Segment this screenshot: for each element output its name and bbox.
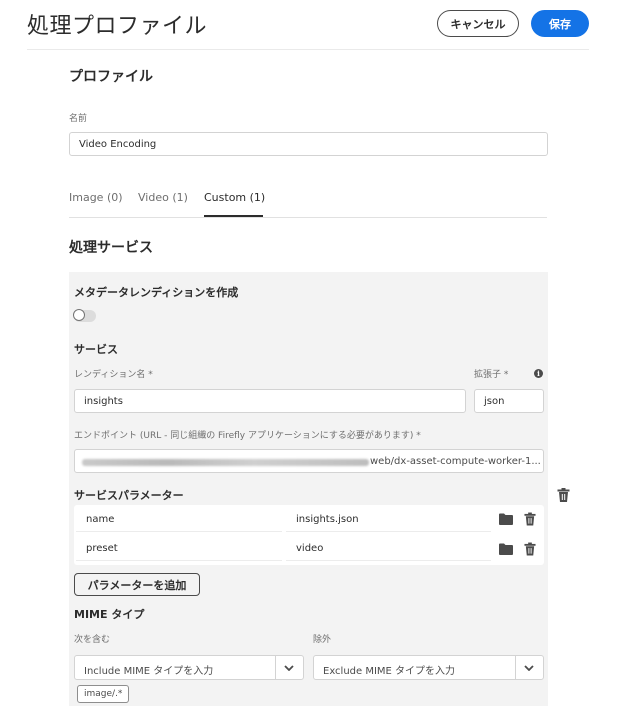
name-label: 名前 [69,114,88,124]
combo-divider [275,656,276,679]
endpoint-label: エンドポイント (URL - 同じ組織の Firefly アプリケーションにする… [74,431,421,441]
redacted-endpoint [82,459,369,466]
active-tab-indicator [204,215,263,217]
service-params-heading: サービスパラメーター [74,489,184,502]
info-icon[interactable]: i [534,369,543,378]
param-value-field[interactable]: insights.json [286,508,491,532]
name-field[interactable]: Video Encoding [69,132,548,156]
include-mime-combobox[interactable]: Include MIME タイプを入力 [74,655,304,680]
service-heading: サービス [74,343,118,356]
tab-image[interactable]: Image (0) [69,191,123,204]
extension-label: 拡張子 * [474,370,509,380]
folder-icon[interactable] [499,513,513,525]
toggle-knob [73,309,85,321]
exclude-mime-combobox[interactable]: Exclude MIME タイプを入力 [313,655,544,680]
add-parameter-button[interactable]: パラメーターを追加 [74,573,200,596]
tab-list: Image (0) Video (1) Custom (1) [69,186,547,218]
save-button[interactable]: 保存 [531,10,589,37]
header: 処理プロファイル キャンセル 保存 [0,0,619,50]
include-mime-tag[interactable]: image/.* [77,685,130,703]
cancel-button[interactable]: キャンセル [437,10,519,37]
param-key-field[interactable]: preset [76,537,282,561]
chevron-down-icon[interactable] [284,665,294,671]
combo-divider [515,656,516,679]
rendition-name-label: レンディション名 * [74,370,153,380]
profile-heading: プロファイル [69,69,153,85]
header-divider [27,49,589,50]
endpoint-value: web/dx-asset-compute-worker-1... [370,455,541,467]
extension-field[interactable]: json [474,389,544,413]
mime-type-heading: MIME タイプ [74,608,145,621]
rendition-name-field[interactable]: insights [74,389,466,413]
processing-services-heading: 処理サービス [69,240,153,256]
page-title: 処理プロファイル [27,14,208,39]
trash-icon[interactable] [557,488,570,502]
chevron-down-icon[interactable] [524,665,534,671]
include-mime-input[interactable]: Include MIME タイプを入力 [84,662,213,677]
trash-icon[interactable] [524,512,536,526]
tab-video[interactable]: Video (1) [138,191,188,204]
param-value-field[interactable]: video [286,537,491,561]
param-key-field[interactable]: name [76,508,282,532]
tab-custom[interactable]: Custom (1) [204,191,265,204]
folder-icon[interactable] [499,543,513,555]
exclude-label: 除外 [313,635,332,645]
metadata-rendition-label: メタデータレンディションを作成 [74,286,239,299]
trash-icon[interactable] [524,542,536,556]
include-label: 次を含む [74,635,111,645]
exclude-mime-input[interactable]: Exclude MIME タイプを入力 [323,662,455,677]
